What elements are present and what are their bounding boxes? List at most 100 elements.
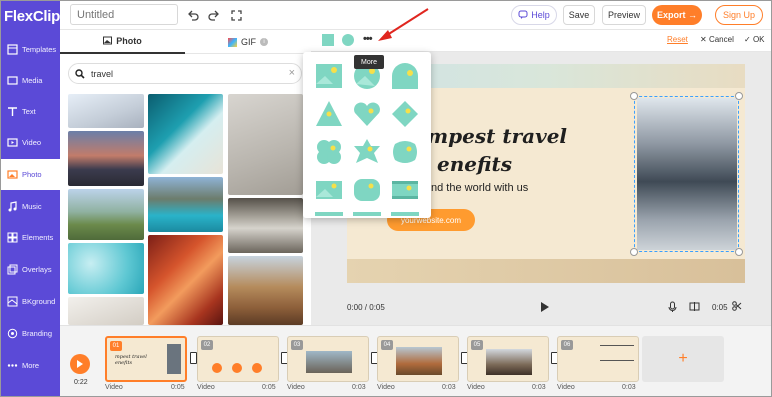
- search-input[interactable]: travel ×: [68, 63, 302, 84]
- reset-button[interactable]: Reset: [667, 35, 688, 44]
- photo-thumbnail[interactable]: [148, 177, 223, 232]
- signup-button[interactable]: Sign Up: [715, 5, 763, 25]
- sidebar-item-video[interactable]: Video: [0, 127, 60, 158]
- export-button[interactable]: Export →: [652, 5, 702, 25]
- fullscreen-icon[interactable]: [228, 7, 244, 23]
- mask-more-row: [315, 212, 419, 216]
- mask-film-icon[interactable]: [391, 176, 419, 204]
- redo-icon[interactable]: [206, 7, 222, 23]
- overlays-icon: [6, 264, 18, 276]
- microphone-icon[interactable]: [668, 301, 677, 316]
- mask-heart-icon[interactable]: [353, 100, 381, 128]
- scissors-icon[interactable]: [732, 301, 742, 314]
- timeline-clip[interactable]: 03: [287, 336, 369, 382]
- sidebar-item-text[interactable]: Text: [0, 96, 60, 127]
- photo-thumbnail[interactable]: [68, 189, 144, 240]
- save-button[interactable]: Save: [563, 5, 595, 25]
- clear-search-icon[interactable]: ×: [289, 67, 295, 79]
- timeline-clip[interactable]: 05: [467, 336, 549, 382]
- tab-photo[interactable]: Photo: [60, 30, 185, 54]
- mask-triangle-icon[interactable]: [315, 100, 343, 128]
- timeline-play-button[interactable]: [70, 354, 90, 374]
- resize-handle[interactable]: [735, 92, 743, 100]
- sidebar-item-music[interactable]: Music: [0, 191, 60, 222]
- add-clip-button[interactable]: +: [642, 336, 724, 382]
- resize-handle[interactable]: [735, 248, 743, 256]
- split-icon[interactable]: [689, 301, 700, 315]
- mask-clover-icon[interactable]: [315, 138, 343, 166]
- mask-square-icon[interactable]: [315, 62, 343, 90]
- playback-bar: 0:00 / 0:05 0:05: [311, 293, 772, 325]
- text-icon: [6, 106, 18, 118]
- panel-tabs: Photo GIF i: [60, 30, 311, 54]
- timeline-total-time: 0:22: [74, 379, 88, 386]
- current-time: 0:00 / 0:05: [347, 303, 385, 312]
- clip-label: Video: [557, 384, 575, 391]
- photo-tab-icon: [103, 36, 113, 47]
- info-icon[interactable]: i: [260, 38, 268, 46]
- image-selection-frame[interactable]: [630, 92, 743, 256]
- cancel-button[interactable]: ✕ Cancel: [700, 35, 734, 44]
- left-sidebar: FlexClip Templates Media Text Video Phot…: [0, 0, 60, 397]
- project-title-input[interactable]: [70, 4, 178, 25]
- music-icon: [6, 201, 18, 213]
- timeline-clip[interactable]: 04: [377, 336, 459, 382]
- photo-thumbnail[interactable]: [68, 243, 144, 294]
- help-button[interactable]: Help: [511, 5, 557, 25]
- mask-blob-icon[interactable]: [391, 138, 419, 166]
- undo-icon[interactable]: [185, 7, 201, 23]
- mask-wide-rect-icon[interactable]: [315, 176, 343, 204]
- slide-bottom-decoration: [347, 259, 745, 283]
- sidebar-item-media[interactable]: Media: [0, 65, 60, 96]
- timeline-clip[interactable]: 01 mpest travel enefits: [105, 336, 187, 382]
- mask-flower-icon[interactable]: [353, 138, 381, 166]
- clip-label: Video: [105, 384, 123, 391]
- flexclip-logo[interactable]: FlexClip: [0, 0, 60, 32]
- photo-thumbnail[interactable]: [228, 198, 303, 253]
- photo-thumbnail[interactable]: [68, 94, 144, 128]
- square-mask-icon[interactable]: [321, 33, 335, 47]
- sidebar-item-overlays[interactable]: Overlays: [0, 254, 60, 285]
- mask-diamond-icon[interactable]: [391, 100, 419, 128]
- resize-handle[interactable]: [630, 92, 638, 100]
- timeline: 0:22 01 mpest travel enefits Video 0:05 0…: [60, 325, 772, 397]
- circle-mask-icon[interactable]: [341, 33, 355, 47]
- elements-icon: [6, 232, 18, 244]
- clip-duration: 0:05: [171, 384, 185, 391]
- clip-thumb-image: [486, 349, 532, 375]
- resize-handle[interactable]: [630, 248, 638, 256]
- sidebar-item-photo[interactable]: Photo: [0, 159, 60, 190]
- transition-icon[interactable]: [190, 352, 197, 364]
- clip-duration: 0:05: [712, 303, 728, 312]
- sidebar-item-elements[interactable]: Elements: [0, 222, 60, 253]
- timeline-clip[interactable]: 06: [557, 336, 639, 382]
- media-icon: [6, 75, 18, 87]
- photo-panel: Photo GIF i travel ×: [60, 30, 311, 325]
- clip-label: Video: [467, 384, 485, 391]
- photo-thumbnail[interactable]: [68, 297, 144, 325]
- photo-thumbnail[interactable]: [148, 235, 223, 325]
- photo-thumbnail[interactable]: [228, 94, 303, 195]
- ok-button[interactable]: ✓ OK: [744, 35, 765, 44]
- preview-button[interactable]: Preview: [602, 5, 646, 25]
- tab-gif[interactable]: GIF i: [185, 30, 311, 54]
- sidebar-item-templates[interactable]: Templates: [0, 34, 60, 65]
- timeline-clip[interactable]: 02: [197, 336, 279, 382]
- clip-thumb-text: mpest travel enefits: [115, 354, 147, 366]
- clip-duration: 0:03: [622, 384, 636, 391]
- clip-label: Video: [197, 384, 215, 391]
- play-icon[interactable]: [540, 301, 550, 316]
- clip-thumb-image: [167, 344, 181, 374]
- mask-rounded-icon[interactable]: [353, 176, 381, 204]
- slide-title[interactable]: mpest travel enefits: [427, 122, 567, 178]
- video-icon: [6, 137, 18, 149]
- photo-thumbnail[interactable]: [68, 131, 144, 186]
- photo-thumbnail[interactable]: [228, 256, 303, 325]
- sidebar-item-bkground[interactable]: BKground: [0, 286, 60, 317]
- clip-thumb-dot: [232, 363, 242, 373]
- photo-thumbnail[interactable]: [148, 94, 223, 174]
- clip-duration: 0:05: [262, 384, 276, 391]
- sidebar-item-branding[interactable]: Branding: [0, 318, 60, 349]
- sidebar-item-more[interactable]: More: [0, 350, 60, 381]
- mask-arch-icon[interactable]: [391, 62, 419, 90]
